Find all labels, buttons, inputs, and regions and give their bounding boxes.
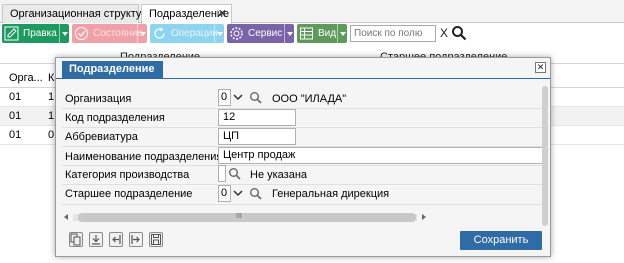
org-label: Организация: [65, 93, 132, 105]
vertical-scrollbar[interactable]: [541, 82, 549, 232]
chevron-down-icon[interactable]: [59, 24, 69, 43]
divider: [62, 108, 547, 109]
cell-code: 1: [48, 91, 55, 103]
parent-number-field[interactable]: 0: [218, 185, 231, 202]
edit-menu-button[interactable]: Правка: [2, 24, 69, 43]
chevron-down-icon[interactable]: [232, 185, 244, 202]
download-button[interactable]: [89, 232, 103, 247]
arrow-left-icon: [112, 235, 121, 244]
search-input[interactable]: Поиск по полю: [350, 25, 436, 42]
tab-org-structure-label: Организационная структура: [10, 8, 154, 20]
search-icon[interactable]: [249, 91, 262, 104]
operations-menu-button[interactable]: Операции: [150, 24, 224, 43]
copy-button[interactable]: [69, 232, 83, 247]
scroll-grip: III: [236, 213, 242, 220]
column-header-org[interactable]: Орга...: [9, 72, 43, 84]
tab-bar: Организационная структура Подразделение …: [0, 0, 624, 24]
scroll-thumb[interactable]: [542, 86, 548, 226]
arrow-right-icon: [131, 235, 140, 244]
code-label: Код подразделения: [65, 112, 165, 124]
divider: [62, 184, 547, 185]
import-button[interactable]: [109, 232, 123, 247]
category-value: Не указана: [250, 169, 308, 181]
tab-close-icon[interactable]: ✕: [218, 5, 227, 23]
service-menu-label: Сервис: [248, 28, 283, 39]
search-icon[interactable]: [451, 25, 467, 41]
check-circle-icon: [75, 27, 88, 40]
chevron-down-icon[interactable]: [337, 24, 347, 43]
close-icon[interactable]: ✕: [535, 62, 546, 73]
tab-org-structure[interactable]: Организационная структура: [2, 4, 154, 23]
cell-org: 01: [9, 110, 22, 122]
abbr-field[interactable]: ЦП: [218, 128, 296, 145]
download-icon: [92, 235, 100, 245]
cell-org: 01: [9, 91, 22, 103]
save-button[interactable]: Сохранить: [460, 231, 542, 250]
horizontal-scrollbar[interactable]: III: [64, 212, 426, 223]
dialog-title: Подразделение: [62, 61, 163, 79]
tab-department[interactable]: Подразделение ✕: [141, 4, 232, 24]
search-icon[interactable]: [228, 167, 241, 180]
divider: [62, 204, 547, 205]
chevron-down-icon[interactable]: [137, 24, 147, 43]
scroll-right-arrow-icon[interactable]: [422, 214, 426, 220]
state-menu-label: Состояние: [93, 28, 143, 39]
cell-org: 01: [9, 129, 22, 141]
name-label: Наименование подразделения: [65, 151, 223, 163]
cell-code: 0: [48, 129, 55, 141]
category-number-field[interactable]: [218, 165, 226, 182]
chevron-down-icon[interactable]: [214, 24, 224, 43]
scroll-left-arrow-icon[interactable]: [64, 214, 68, 220]
floppy-disk-icon: [151, 234, 161, 245]
search-icon[interactable]: [249, 187, 262, 200]
table-view-icon: [300, 27, 313, 40]
toolbar: Правка Состояние Операции Сервис Вид Пои…: [0, 23, 624, 44]
chevron-down-icon[interactable]: [284, 24, 294, 43]
name-field[interactable]: Центр продаж: [218, 147, 546, 164]
save-disk-button[interactable]: [149, 232, 163, 247]
export-button[interactable]: [129, 232, 143, 247]
operations-menu-label: Операции: [171, 28, 218, 39]
code-field[interactable]: 12: [218, 109, 296, 126]
chevron-down-icon[interactable]: [232, 89, 244, 106]
scroll-thumb[interactable]: [78, 213, 416, 222]
category-label: Категория производства: [65, 169, 190, 181]
abbr-label: Аббревиатура: [65, 131, 138, 143]
org-value: ООО "ИЛАДА": [272, 93, 347, 105]
gear-icon: [230, 27, 243, 40]
divider: [62, 127, 547, 128]
parent-value: Генеральная дирекция: [272, 188, 390, 200]
copy-icon: [70, 233, 81, 246]
department-dialog: Подразделение ✕ Организация 0 ООО "ИЛАДА…: [55, 57, 551, 257]
divider: [62, 165, 547, 166]
app-root: Организационная структура Подразделение …: [0, 0, 624, 263]
state-menu-button[interactable]: Состояние: [72, 24, 147, 43]
cell-code: 1: [48, 110, 55, 122]
parent-label: Старшее подразделение: [65, 188, 193, 200]
clear-search-button[interactable]: X: [440, 26, 448, 40]
pencil-icon: [4, 26, 19, 41]
column-header-code[interactable]: К: [48, 72, 54, 84]
dialog-header: Подразделение ✕: [56, 58, 550, 79]
service-menu-button[interactable]: Сервис: [227, 24, 294, 43]
org-number-field[interactable]: 0: [218, 89, 231, 106]
edit-menu-label: Правка: [23, 28, 57, 39]
view-menu-label: Вид: [318, 28, 337, 39]
view-menu-button[interactable]: Вид: [297, 24, 347, 43]
refresh-icon: [154, 27, 165, 39]
